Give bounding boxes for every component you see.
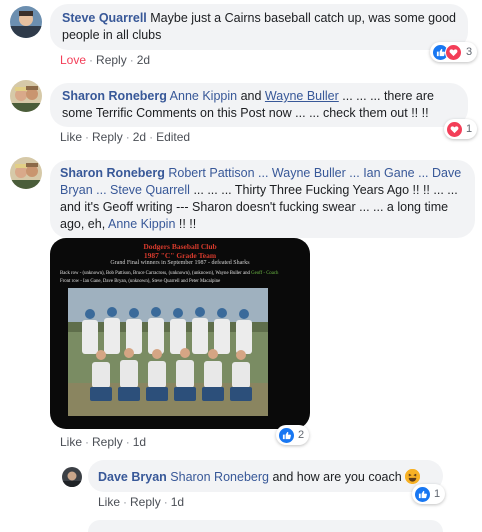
avatar-dave-bryan[interactable]: [62, 467, 82, 487]
mention-separator: ...: [96, 183, 107, 197]
mention-anne-kippin[interactable]: Anne Kippin: [170, 89, 237, 103]
mention-sharon-roneberg[interactable]: Sharon Roneberg: [170, 470, 269, 484]
like-button[interactable]: Like: [60, 130, 82, 144]
reaction-summary[interactable]: 1: [444, 119, 478, 139]
reply-button[interactable]: Reply: [96, 53, 127, 67]
timestamp[interactable]: 1d: [171, 495, 184, 509]
reaction-summary[interactable]: 2: [276, 425, 310, 445]
comment-author[interactable]: Dave Bryan: [98, 470, 167, 484]
haha-emoji-icon: [405, 469, 421, 484]
comment-actions: Like · Reply · 1d: [60, 435, 146, 449]
photo-caption-back-row: Back row - (unknown), Bob Pattison, Bruc…: [60, 271, 278, 276]
separator-dot: ·: [89, 53, 94, 67]
reaction-summary[interactable]: 3: [430, 42, 478, 62]
next-comment-bubble: [88, 520, 443, 532]
reaction-count: 1: [434, 488, 441, 500]
comment-author[interactable]: Sharon Roneberg: [62, 89, 167, 103]
reaction-count: 3: [466, 46, 473, 58]
team-photo-image: [68, 288, 268, 416]
reply-button[interactable]: Reply: [130, 495, 161, 509]
reply-button[interactable]: Reply: [92, 130, 123, 144]
like-button[interactable]: Like: [60, 435, 82, 449]
reply-actions: Like · Reply · 1d: [98, 495, 184, 509]
reply-bubble: Dave Bryan Sharon Roneberg and how are y…: [88, 460, 443, 492]
comment-bubble: Sharon Roneberg Robert Pattison ... Wayn…: [50, 160, 475, 238]
timestamp[interactable]: 2d: [137, 53, 150, 67]
mention-robert-pattison[interactable]: Robert Pattison: [168, 166, 254, 180]
mention-anne-kippin[interactable]: Anne Kippin: [108, 217, 175, 231]
photo-title-line1: Dodgers Baseball Club: [143, 242, 217, 251]
comment-text: and how are you coach: [272, 470, 402, 484]
attached-photo[interactable]: Dodgers Baseball Club 1987 "C" Grade Tea…: [50, 238, 310, 429]
comment-author[interactable]: Steve Quarrell: [62, 11, 147, 25]
photo-caption-front-row: Front row - Ian Gane, Dave Bryan, (unkno…: [60, 279, 221, 284]
separator-dot: ·: [123, 495, 128, 509]
comment-bubble: Steve Quarrell Maybe just a Cairns baseb…: [50, 4, 468, 50]
timestamp[interactable]: 2d: [133, 130, 146, 144]
separator-dot: ·: [125, 435, 130, 449]
mention-ian-gane[interactable]: Ian Gane: [363, 166, 414, 180]
mention-separator: ...: [258, 166, 269, 180]
mention-wayne-buller[interactable]: Wayne Buller: [272, 166, 346, 180]
separator-dot: ·: [163, 495, 168, 509]
separator-dot: ·: [125, 130, 130, 144]
mention-wayne-buller[interactable]: Wayne Buller: [265, 89, 339, 103]
photo-subtitle: Grand Final winners in September 1987 - …: [110, 260, 250, 266]
separator-dot: ·: [85, 130, 90, 144]
comment-text-end: !! !!: [178, 217, 197, 231]
avatar-steve-quarrell[interactable]: [10, 6, 42, 38]
reaction-count: 2: [298, 429, 305, 441]
avatar-sharon-roneberg[interactable]: [10, 80, 42, 112]
mention-separator: ...: [418, 166, 429, 180]
mention-steve-quarrell[interactable]: Steve Quarrell: [110, 183, 190, 197]
love-reaction-icon: [447, 121, 462, 137]
love-reaction-icon: [445, 43, 462, 61]
edited-label[interactable]: Edited: [156, 130, 190, 144]
separator-dot: ·: [85, 435, 90, 449]
separator-dot: ·: [149, 130, 154, 144]
avatar-sharon-roneberg[interactable]: [10, 157, 42, 189]
and-text: and: [240, 89, 262, 103]
reaction-summary[interactable]: 1: [412, 484, 446, 504]
comment-author[interactable]: Sharon Roneberg: [60, 166, 165, 180]
like-reaction-icon: [415, 486, 430, 502]
caption-coach-text: Geoff - Coach: [251, 271, 279, 276]
reply-button[interactable]: Reply: [92, 435, 123, 449]
love-reaction-button[interactable]: Love: [60, 53, 86, 67]
like-reaction-icon: [279, 427, 294, 443]
comment-actions: Like · Reply · 2d · Edited: [60, 130, 190, 144]
comment-bubble: Sharon Roneberg Anne Kippin and Wayne Bu…: [50, 83, 468, 127]
caption-back-row-text: Back row - (unknown), Bob Pattison, Bruc…: [60, 271, 250, 276]
separator-dot: ·: [129, 53, 134, 67]
comment-actions: Love · Reply · 2d: [60, 53, 150, 67]
mention-separator: ...: [349, 166, 360, 180]
timestamp[interactable]: 1d: [133, 435, 146, 449]
reaction-count: 1: [466, 123, 473, 135]
like-button[interactable]: Like: [98, 495, 120, 509]
photo-title-line2: 1987 "C" Grade Team: [143, 251, 217, 260]
